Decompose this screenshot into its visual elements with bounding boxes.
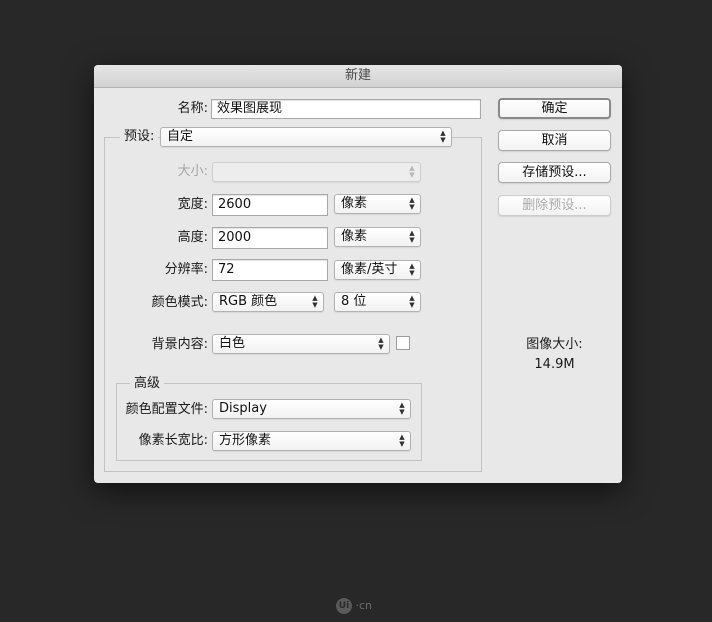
ok-button[interactable]: 确定: [498, 98, 611, 119]
height-input[interactable]: 2000: [212, 227, 328, 249]
preset-select[interactable]: 自定 ▲ ▼: [160, 127, 452, 147]
color-mode-select[interactable]: RGB 颜色 ▲ ▼: [212, 292, 324, 312]
dialog-title: 新建: [94, 65, 622, 88]
delete-preset-button: 删除预设...: [498, 195, 611, 216]
resolution-label: 分辨率:: [164, 262, 208, 277]
background-color-swatch[interactable]: [396, 336, 410, 350]
uicn-logo-icon: Ui: [336, 598, 352, 614]
background-select[interactable]: 白色 ▲ ▼: [212, 334, 390, 354]
background-label: 背景内容:: [151, 337, 208, 352]
color-mode-label: 颜色模式:: [151, 295, 208, 310]
color-mode-value: RGB 颜色: [219, 294, 278, 309]
width-input[interactable]: 2600: [212, 194, 328, 216]
chevron-updown-icon: ▲ ▼: [378, 336, 384, 351]
watermark-suffix: ·cn: [355, 599, 373, 612]
pixel-aspect-label: 像素长宽比:: [138, 433, 208, 448]
image-size-value: 14.9M: [534, 357, 575, 372]
new-document-dialog: 新建 名称: 效果图展现 预设: 自定 ▲ ▼ 大小: ▲ ▼ 宽度: 2600 像…: [94, 65, 622, 483]
width-label: 宽度:: [177, 197, 208, 212]
chevron-updown-icon: ▲ ▼: [409, 229, 415, 244]
chevron-updown-icon: ▲ ▼: [399, 433, 405, 448]
width-unit-select[interactable]: 像素 ▲ ▼: [334, 194, 421, 214]
pixel-aspect-value: 方形像素: [219, 433, 272, 448]
name-input[interactable]: 效果图展现: [211, 99, 481, 119]
height-unit-value: 像素: [341, 229, 368, 244]
cancel-button[interactable]: 取消: [498, 130, 611, 151]
preset-label: 预设:: [120, 127, 159, 147]
bit-depth-select[interactable]: 8 位 ▲ ▼: [334, 292, 421, 312]
size-label: 大小:: [177, 164, 208, 179]
resolution-unit-select[interactable]: 像素/英寸 ▲ ▼: [334, 260, 421, 280]
preset-select-value: 自定: [167, 129, 194, 144]
chevron-updown-icon: ▲ ▼: [312, 294, 318, 309]
chevron-updown-icon: ▲ ▼: [409, 262, 415, 277]
chevron-updown-icon: ▲ ▼: [399, 401, 405, 416]
resolution-unit-value: 像素/英寸: [341, 262, 398, 277]
background-value: 白色: [219, 336, 246, 351]
name-label: 名称:: [177, 101, 208, 116]
pixel-aspect-select[interactable]: 方形像素 ▲ ▼: [212, 431, 411, 451]
size-select: ▲ ▼: [212, 162, 421, 182]
save-preset-button[interactable]: 存储预设...: [498, 162, 611, 183]
chevron-updown-icon: ▲ ▼: [440, 129, 446, 144]
color-profile-label: 颜色配置文件:: [125, 402, 208, 417]
width-unit-value: 像素: [341, 196, 368, 211]
image-size-label: 图像大小:: [526, 337, 583, 352]
chevron-updown-icon: ▲ ▼: [409, 196, 415, 211]
bit-depth-value: 8 位: [341, 294, 367, 309]
chevron-updown-icon: ▲ ▼: [409, 164, 415, 179]
color-profile-select[interactable]: Display ▲ ▼: [212, 399, 411, 419]
resolution-input[interactable]: 72: [212, 259, 328, 281]
height-label: 高度:: [177, 230, 208, 245]
height-unit-select[interactable]: 像素 ▲ ▼: [334, 227, 421, 247]
advanced-label: 高级: [130, 374, 165, 394]
watermark: Ui ·cn: [336, 596, 372, 616]
color-profile-value: Display: [219, 401, 267, 416]
chevron-updown-icon: ▲ ▼: [409, 294, 415, 309]
